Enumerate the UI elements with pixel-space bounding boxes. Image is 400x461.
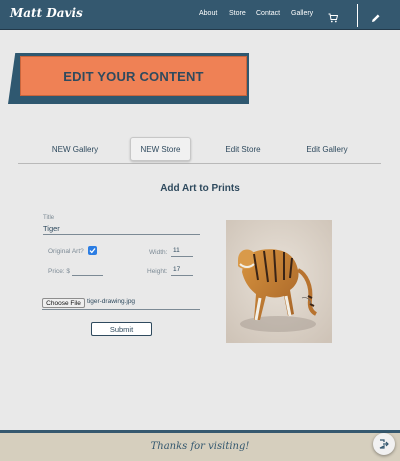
site-footer: Thanks for visiting! — [0, 430, 400, 461]
price-label: Price: $ — [48, 268, 71, 275]
width-label: Width: — [149, 249, 168, 256]
tiger-drawing-image — [226, 220, 332, 343]
original-art-checkbox[interactable] — [88, 246, 97, 255]
pencil-icon[interactable] — [371, 10, 381, 22]
tab-edit-store[interactable]: Edit Store — [219, 137, 267, 161]
footer-message: Thanks for visiting! — [150, 441, 250, 452]
width-input[interactable]: 11 — [171, 247, 193, 257]
nav-store[interactable]: Store — [229, 10, 246, 17]
form-heading: Add Art to Prints — [160, 183, 240, 194]
file-name: tiger-drawing.jpg — [87, 298, 136, 305]
top-nav-bar: Matt Davis About Store Contact Gallery — [0, 0, 400, 30]
nav-about[interactable]: About — [199, 10, 217, 17]
edit-content-banner: EDIT YOUR CONTENT — [20, 56, 247, 96]
height-label: Height: — [147, 268, 168, 275]
title-input[interactable]: Tiger — [43, 224, 200, 235]
checkmark-icon — [89, 248, 96, 254]
title-label: Title — [43, 215, 55, 221]
file-underline — [42, 309, 200, 310]
site-brand[interactable]: Matt Davis — [10, 6, 83, 20]
nav-contact[interactable]: Contact — [256, 10, 280, 17]
cart-icon[interactable] — [328, 10, 339, 23]
nav-gallery[interactable]: Gallery — [291, 10, 313, 17]
choose-file-button[interactable]: Choose File — [42, 298, 85, 308]
submit-button[interactable]: Submit — [91, 322, 152, 336]
logout-button[interactable] — [373, 433, 395, 455]
tab-edit-gallery[interactable]: Edit Gallery — [302, 137, 352, 161]
original-art-label: Original Art? — [48, 248, 84, 255]
logout-icon — [379, 439, 389, 449]
tab-new-store[interactable]: NEW Store — [130, 137, 191, 161]
price-input[interactable] — [72, 266, 103, 276]
nav-divider — [357, 4, 358, 27]
banner-title: EDIT YOUR CONTENT — [63, 68, 204, 84]
height-input[interactable]: 17 — [171, 266, 193, 276]
tab-new-gallery[interactable]: NEW Gallery — [48, 137, 102, 161]
admin-tabs: NEW Gallery NEW Store Edit Store Edit Ga… — [18, 137, 381, 164]
